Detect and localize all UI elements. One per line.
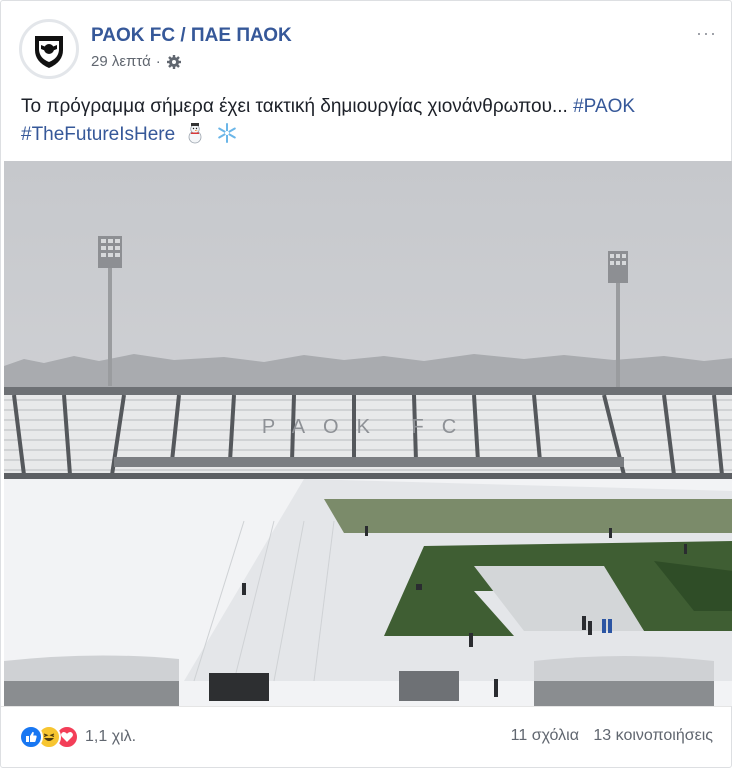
post-stats: 11 σχόλια 13 κοινοποιήσεις xyxy=(501,727,713,745)
post-text: Το πρόγραμμα σήμερα έχει τακτική δημιουρ… xyxy=(21,93,721,149)
post-footer: 1,1 χιλ. 11 σχόλια 13 κοινοποιήσεις xyxy=(1,706,731,766)
post-header: PAOK FC / ΠΑΕ ΠΑΟΚ 29 λεπτά · ··· xyxy=(1,1,731,91)
snowman-icon xyxy=(189,123,202,144)
meta-separator: · xyxy=(155,53,161,70)
post-meta: 29 λεπτά · xyxy=(91,53,182,70)
like-icon xyxy=(19,725,43,749)
shares-count[interactable]: 13 κοινοποιήσεις xyxy=(593,727,713,744)
snowflake-icon xyxy=(217,123,236,143)
hashtag-paok[interactable]: #PAOK xyxy=(573,96,635,117)
stadium-photo: PAOK FC xyxy=(4,161,732,706)
reaction-count[interactable]: 1,1 χιλ. xyxy=(85,728,136,746)
reactions-summary[interactable]: 1,1 χιλ. xyxy=(19,725,136,749)
page-name[interactable]: PAOK FC / ΠΑΕ ΠΑΟΚ xyxy=(91,25,292,47)
stand-lettering: PAOK FC xyxy=(262,416,474,438)
post-card: PAOK FC / ΠΑΕ ΠΑΟΚ 29 λεπτά · ··· Το πρό… xyxy=(0,0,732,768)
paok-logo xyxy=(23,23,75,75)
page-avatar[interactable] xyxy=(19,19,79,79)
post-body: Το πρόγραμμα σήμερα έχει τακτική δημιουρ… xyxy=(21,96,568,117)
comments-count[interactable]: 11 σχόλια xyxy=(511,727,579,744)
more-dots-icon[interactable]: ··· xyxy=(696,23,717,44)
post-photo[interactable]: PAOK FC xyxy=(4,161,732,706)
gear-icon[interactable] xyxy=(166,54,182,70)
hashtag-thefutureishere[interactable]: #TheFutureIsHere xyxy=(21,124,175,145)
post-time[interactable]: 29 λεπτά xyxy=(91,53,151,70)
